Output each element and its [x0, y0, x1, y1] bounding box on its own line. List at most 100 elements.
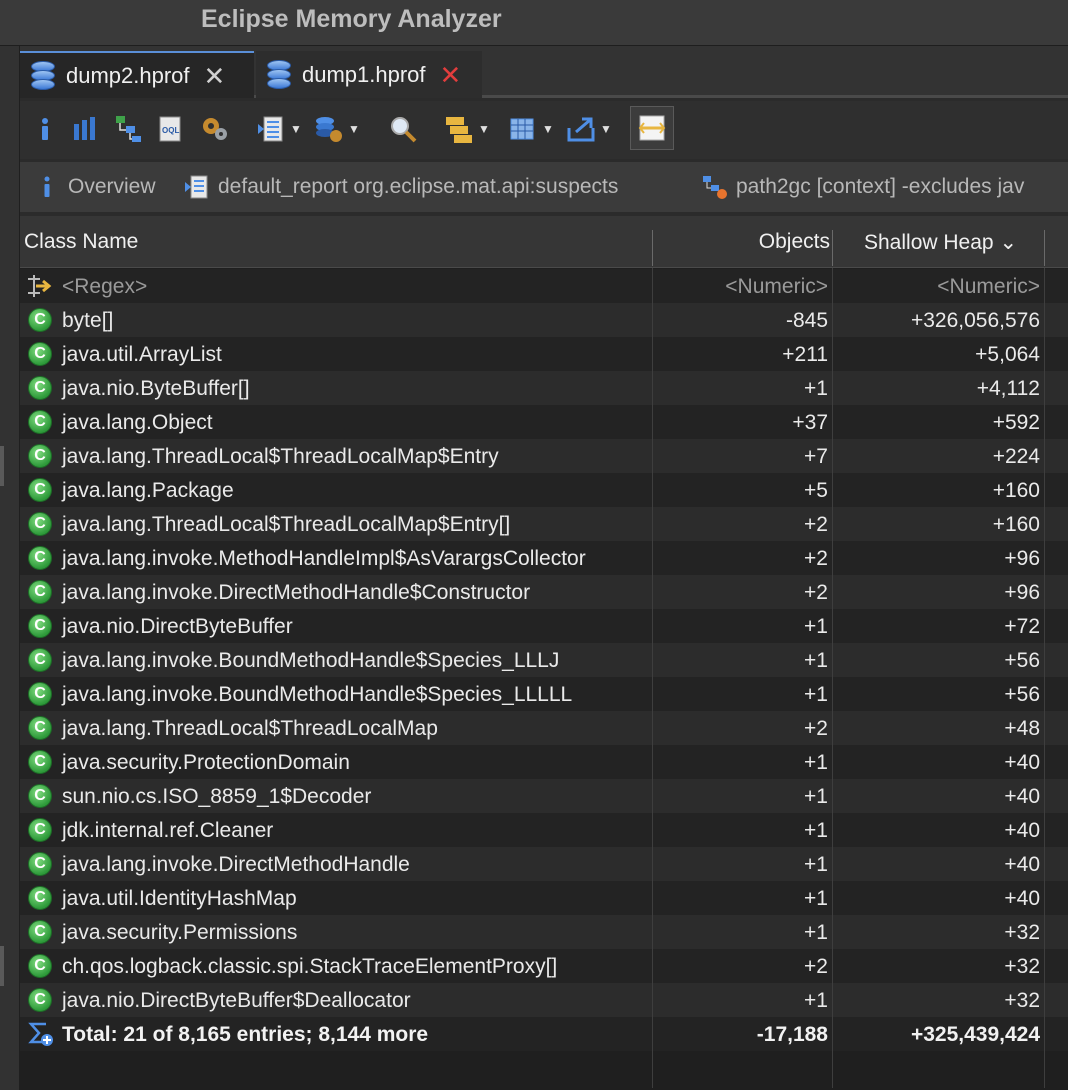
table-row[interactable]: Cjava.lang.ThreadLocal$ThreadLocalMap +2 +…: [20, 711, 1068, 745]
class-name-cell: java.nio.ByteBuffer[]: [62, 377, 250, 400]
breadcrumb-overview[interactable]: Overview: [34, 174, 156, 200]
shallow-heap-cell: +56: [1004, 683, 1040, 706]
table-row[interactable]: Cjava.lang.ThreadLocal$ThreadLocalMap$En…: [20, 439, 1068, 473]
column-shallow-heap[interactable]: Shallow Heap ⌄: [864, 230, 1017, 255]
objects-cell: +1: [804, 785, 828, 808]
class-icon: C: [28, 716, 52, 740]
table-row[interactable]: Cjava.nio.DirectByteBuffer +1 +72: [20, 609, 1068, 643]
tab-dump2[interactable]: dump2.hprof ✕: [20, 51, 254, 98]
table-row[interactable]: Csun.nio.cs.ISO_8859_1$Decoder +1 +40: [20, 779, 1068, 813]
shallow-heap-cell: +5,064: [975, 343, 1040, 366]
objects-cell: +2: [804, 513, 828, 536]
table-row[interactable]: Cjava.lang.Package +5 +160: [20, 473, 1068, 507]
table-row[interactable]: Cjava.lang.invoke.DirectMethodHandle +1 +4…: [20, 847, 1068, 881]
table-row[interactable]: Cjava.security.ProtectionDomain +1 +40: [20, 745, 1068, 779]
column-divider: [832, 268, 833, 1088]
objects-cell: +1: [804, 853, 828, 876]
filter-row[interactable]: <Regex> <Numeric> <Numeric>: [20, 269, 1068, 303]
column-resize-handle[interactable]: [1044, 230, 1045, 266]
shallow-heap-cell: +40: [1004, 819, 1040, 842]
table-row[interactable]: Cjava.util.ArrayList +211 +5,064: [20, 337, 1068, 371]
breadcrumb-default-report[interactable]: default_report org.eclipse.mat.api:suspe…: [184, 174, 618, 200]
editor-tab-bar: dump2.hprof ✕ dump1.hprof ✕: [20, 46, 1068, 98]
compare-toggle-button[interactable]: [630, 106, 674, 150]
title-bar: Eclipse Memory Analyzer: [0, 0, 1068, 46]
table-row[interactable]: Cjava.nio.DirectByteBuffer$Deallocator +1…: [20, 983, 1068, 1017]
group-by-button[interactable]: ▼: [444, 109, 490, 149]
shallow-heap-cell: +40: [1004, 887, 1040, 910]
table-row[interactable]: Cjava.security.Permissions +1 +32: [20, 915, 1068, 949]
column-objects[interactable]: Objects: [759, 230, 830, 254]
export-icon: [567, 117, 595, 142]
shallow-heap-cell: +160: [992, 513, 1040, 536]
class-icon: C: [28, 444, 52, 468]
oql-button[interactable]: OQL: [156, 109, 186, 149]
total-objects: -17,188: [756, 1023, 828, 1046]
total-row[interactable]: Total: 21 of 8,165 entries; 8,144 more -1…: [20, 1017, 1068, 1051]
shallow-heap-cell: +4,112: [976, 377, 1040, 400]
tab-dump1[interactable]: dump1.hprof ✕: [256, 51, 482, 98]
query-browser-button[interactable]: ▼: [314, 109, 360, 149]
table-row[interactable]: Cjava.lang.invoke.BoundMethodHandle$Spec…: [20, 677, 1068, 711]
table-row[interactable]: Cjava.util.IdentityHashMap +1 +40: [20, 881, 1068, 915]
column-resize-handle[interactable]: [832, 230, 833, 266]
breadcrumb-label: default_report org.eclipse.mat.api:suspe…: [218, 175, 619, 198]
breadcrumb-path2gc[interactable]: path2gc [context] -excludes jav: [702, 174, 1024, 200]
table-header: Class Name Objects Shallow Heap ⌄: [20, 216, 1068, 268]
shallow-heap-cell: +32: [1004, 921, 1040, 944]
export-button[interactable]: ▼: [566, 109, 612, 149]
info-icon: [44, 176, 50, 197]
column-resize-handle[interactable]: [652, 230, 653, 266]
shallow-heap-cell: +56: [1004, 649, 1040, 672]
objects-cell: +1: [804, 921, 828, 944]
class-icon: C: [28, 886, 52, 910]
dropdown-arrow-icon: ▼: [542, 122, 554, 136]
table-row[interactable]: Cjava.lang.ThreadLocal$ThreadLocalMap$En…: [20, 507, 1068, 541]
objects-cell: +1: [804, 615, 828, 638]
calculate-retained-icon: [510, 118, 534, 140]
objects-cell: +2: [804, 955, 828, 978]
dropdown-arrow-icon: ▼: [290, 122, 302, 136]
database-icon: [30, 60, 56, 91]
objects-cell: +1: [804, 649, 828, 672]
overview-button[interactable]: [30, 109, 60, 149]
class-name-cell: java.util.ArrayList: [62, 343, 222, 366]
class-name-cell: ch.qos.logback.classic.spi.StackTraceEle…: [62, 955, 558, 978]
table-row[interactable]: Cjava.lang.invoke.MethodHandleImpl$AsVar…: [20, 541, 1068, 575]
class-icon: C: [28, 478, 52, 502]
window-title: Eclipse Memory Analyzer: [201, 5, 502, 33]
table-row[interactable]: Cjava.nio.ByteBuffer[] +1 +4,112: [20, 371, 1068, 405]
reports-button[interactable]: ▼: [256, 109, 302, 149]
table-row[interactable]: Cbyte[] -845 +326,056,576: [20, 303, 1068, 337]
table-row[interactable]: Cch.qos.logback.classic.spi.StackTraceEl…: [20, 949, 1068, 983]
table-row[interactable]: Cjava.lang.invoke.DirectMethodHandle$Con…: [20, 575, 1068, 609]
close-tab-icon[interactable]: ✕: [440, 62, 462, 88]
table-row[interactable]: Cjava.lang.invoke.BoundMethodHandle$Spec…: [20, 643, 1068, 677]
panel-marker: [0, 446, 4, 486]
calculate-retained-button[interactable]: ▼: [508, 109, 554, 149]
objects-filter-input: <Numeric>: [725, 275, 828, 298]
column-class-name[interactable]: Class Name: [24, 230, 138, 254]
table-row[interactable]: Cjava.lang.Object +37 +592: [20, 405, 1068, 439]
regex-filter-icon: [28, 275, 52, 297]
dominator-tree-icon: [116, 116, 141, 142]
histogram-button[interactable]: [70, 109, 100, 149]
class-icon: C: [28, 546, 52, 570]
class-name-cell: java.lang.invoke.BoundMethodHandle$Speci…: [62, 683, 573, 706]
objects-cell: +1: [804, 683, 828, 706]
class-name-cell: sun.nio.cs.ISO_8859_1$Decoder: [62, 785, 372, 808]
database-icon: [266, 59, 292, 90]
tab-label: dump2.hprof: [66, 62, 190, 88]
left-edge-panel: [0, 46, 20, 1090]
objects-cell: +2: [804, 581, 828, 604]
class-icon: C: [28, 410, 52, 434]
close-tab-icon[interactable]: ✕: [204, 63, 226, 89]
class-name-cell: java.lang.invoke.BoundMethodHandle$Speci…: [62, 649, 560, 672]
dominator-tree-button[interactable]: [114, 109, 144, 149]
shallow-heap-cell: +32: [1004, 989, 1040, 1012]
search-button[interactable]: [388, 109, 418, 149]
heap-overview-button[interactable]: [200, 109, 230, 149]
compare-icon: [638, 115, 666, 141]
breadcrumb: Overview default_report org.eclipse.mat.…: [20, 162, 1068, 212]
table-row[interactable]: Cjdk.internal.ref.Cleaner +1 +40: [20, 813, 1068, 847]
